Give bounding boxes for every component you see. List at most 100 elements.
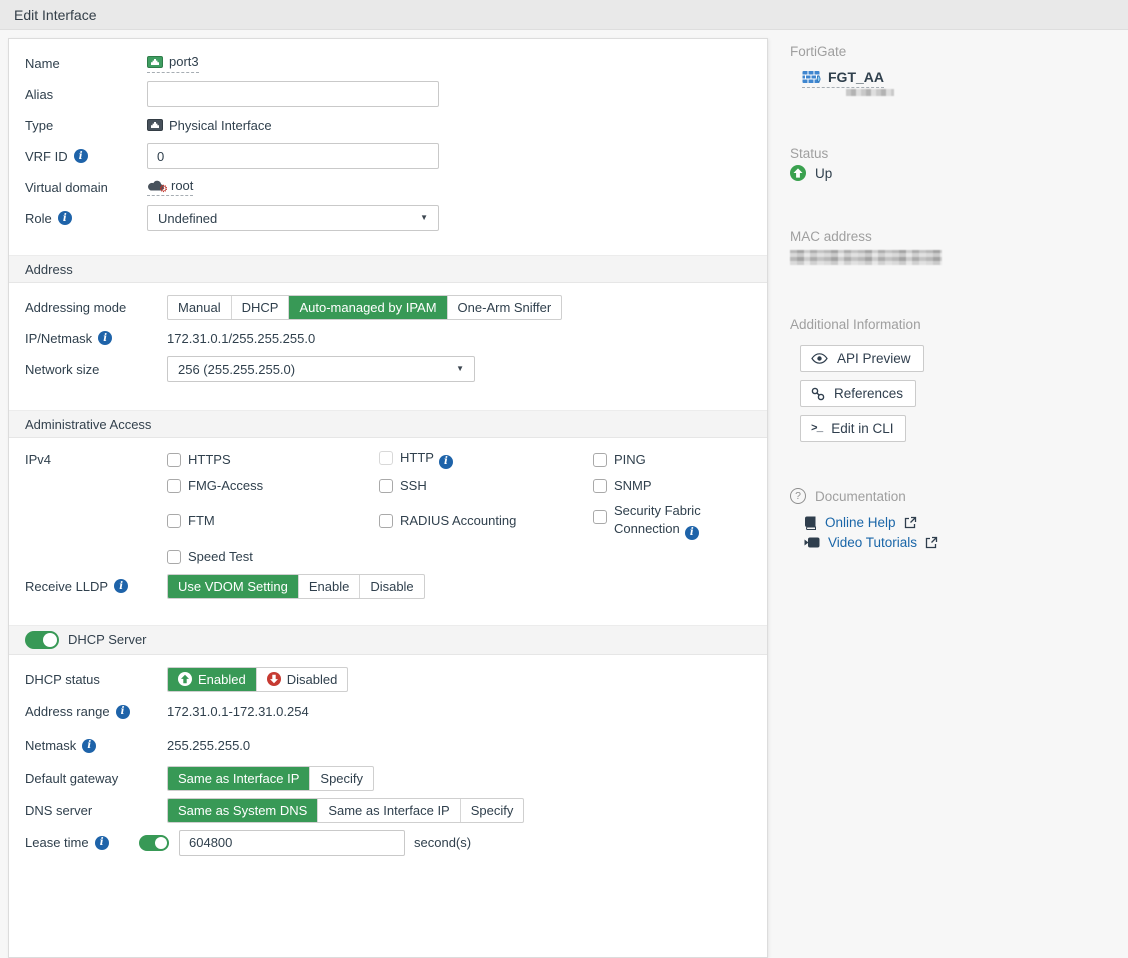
receive-lldp-info-icon[interactable]: i [114,579,128,593]
lease-time-row: Lease time i second(s) [9,830,767,856]
addressing-mode-option-manual[interactable]: Manual [168,296,232,319]
ftm-checkbox[interactable] [167,514,181,528]
role-selected-value: Undefined [158,211,217,226]
dhcp-section-title: DHCP Server [68,632,147,647]
fmg-access-checkbox[interactable] [167,479,181,493]
checkbox-ftm[interactable]: FTM [167,513,379,528]
checkbox-radius-accounting[interactable]: RADIUS Accounting [379,513,593,528]
checkbox-speed-test[interactable]: Speed Test [167,549,379,564]
mac-address-label: MAC address [790,229,1120,244]
physical-interface-icon [147,117,163,133]
vdom-gear-icon: ⚙ [159,185,168,195]
fortigate-device-link[interactable]: FGT_AA [802,69,884,88]
api-preview-button[interactable]: API Preview [800,345,924,372]
ssh-checkbox[interactable] [379,479,393,493]
speed-test-checkbox[interactable] [167,550,181,564]
snmp-checkbox[interactable] [593,479,607,493]
vrf-label: VRF ID [25,149,68,164]
address-range-value: 172.31.0.1-172.31.0.254 [167,704,309,719]
lldp-option-vdom[interactable]: Use VDOM Setting [168,575,299,598]
lease-time-toggle[interactable] [139,835,169,851]
addressing-mode-label: Addressing mode [25,300,126,315]
vdom-row: Virtual domain ⚙ root [9,177,767,197]
vrf-info-icon[interactable]: i [74,149,88,163]
checkbox-https[interactable]: HTTPS [167,452,379,467]
status-value-row: Up [790,165,1120,181]
edit-in-cli-button[interactable]: >_ Edit in CLI [800,415,906,442]
ip-netmask-info-icon[interactable]: i [98,331,112,345]
mac-address-redacted-value [790,250,942,265]
address-section-title: Address [25,262,73,277]
online-help-link[interactable]: Online Help [804,515,1120,530]
network-size-select[interactable]: 256 (255.255.255.0) ▼ [167,356,475,382]
role-select[interactable]: Undefined ▼ [147,205,439,231]
admin-access-section-title: Administrative Access [25,417,151,432]
eye-icon [811,353,828,364]
ip-netmask-label: IP/Netmask [25,331,92,346]
checkbox-fmg-access[interactable]: FMG-Access [167,478,379,493]
dns-option-interface-ip[interactable]: Same as Interface IP [318,799,460,822]
interface-name-entity[interactable]: port3 [147,54,199,73]
lldp-option-disable[interactable]: Disable [360,575,423,598]
checkbox-http[interactable]: HTTPi [379,450,593,469]
dhcp-section-header: DHCP Server [9,625,767,655]
addressing-mode-option-dhcp[interactable]: DHCP [232,296,290,319]
vdom-entity[interactable]: ⚙ root [147,178,193,196]
alias-label: Alias [25,87,53,102]
dns-option-specify[interactable]: Specify [461,799,524,822]
dns-option-system-dns[interactable]: Same as System DNS [168,799,318,822]
http-checkbox[interactable] [379,451,393,465]
vrf-input[interactable] [147,143,439,169]
references-button[interactable]: References [800,380,916,407]
lease-time-unit: second(s) [414,835,471,850]
dhcp-status-label: DHCP status [25,672,100,687]
checkbox-ssh[interactable]: SSH [379,478,593,493]
security-fabric-checkbox[interactable] [593,510,607,524]
lldp-option-enable[interactable]: Enable [299,575,360,598]
question-mark-icon: ? [790,488,806,504]
name-row: Name port3 [9,53,767,73]
firewall-icon [802,70,822,84]
role-info-icon[interactable]: i [58,211,72,225]
dhcp-status-enabled[interactable]: Enabled [168,668,257,691]
vdom-cloud-icon: ⚙ [147,179,165,192]
dhcp-status-disabled[interactable]: Disabled [257,668,348,691]
dhcp-netmask-info-icon[interactable]: i [82,739,96,753]
addressing-mode-option-ipam[interactable]: Auto-managed by IPAM [289,296,447,319]
http-info-icon[interactable]: i [439,455,453,469]
lease-time-input[interactable] [179,830,405,856]
fortigate-device-name: FGT_AA [828,69,884,85]
network-size-row: Network size 256 (255.255.255.0) ▼ [9,356,767,382]
video-tutorials-link[interactable]: Video Tutorials [804,535,1120,550]
default-gateway-row: Default gateway Same as Interface IP Spe… [9,766,767,791]
dhcp-netmask-value: 255.255.255.0 [167,738,250,753]
chevron-down-icon: ▼ [456,365,464,373]
alias-input[interactable] [147,81,439,107]
lease-time-info-icon[interactable]: i [95,836,109,850]
gateway-option-specify[interactable]: Specify [310,767,373,790]
dns-server-row: DNS server Same as System DNS Same as In… [9,798,767,823]
gateway-option-same-as-interface[interactable]: Same as Interface IP [168,767,310,790]
down-arrow-circle-icon [267,672,281,686]
role-row: Role i Undefined ▼ [9,205,767,231]
dhcp-server-toggle[interactable] [25,631,59,649]
page-title: Edit Interface [14,7,97,23]
fortigate-label: FortiGate [790,44,1120,59]
security-fabric-info-icon[interactable]: i [685,526,699,540]
address-section-header: Address [9,255,767,283]
lease-time-label: Lease time [25,835,89,850]
ping-checkbox[interactable] [593,453,607,467]
dns-server-label: DNS server [25,803,92,818]
addressing-mode-row: Addressing mode Manual DHCP Auto-managed… [9,295,767,320]
address-range-info-icon[interactable]: i [116,705,130,719]
radius-accounting-checkbox[interactable] [379,514,393,528]
default-gateway-segment: Same as Interface IP Specify [167,766,374,791]
dhcp-status-segment: Enabled Disabled [167,667,348,692]
addressing-mode-option-sniffer[interactable]: One-Arm Sniffer [448,296,562,319]
status-label: Status [790,146,1120,161]
https-checkbox[interactable] [167,453,181,467]
external-link-icon [925,536,938,549]
vrf-row: VRF ID i [9,143,767,169]
address-range-row: Address range i 172.31.0.1-172.31.0.254 [9,702,767,722]
ipv4-checkbox-grid: HTTPS HTTPi PING FMG-Access SSH SNMP FTM… [167,450,843,564]
